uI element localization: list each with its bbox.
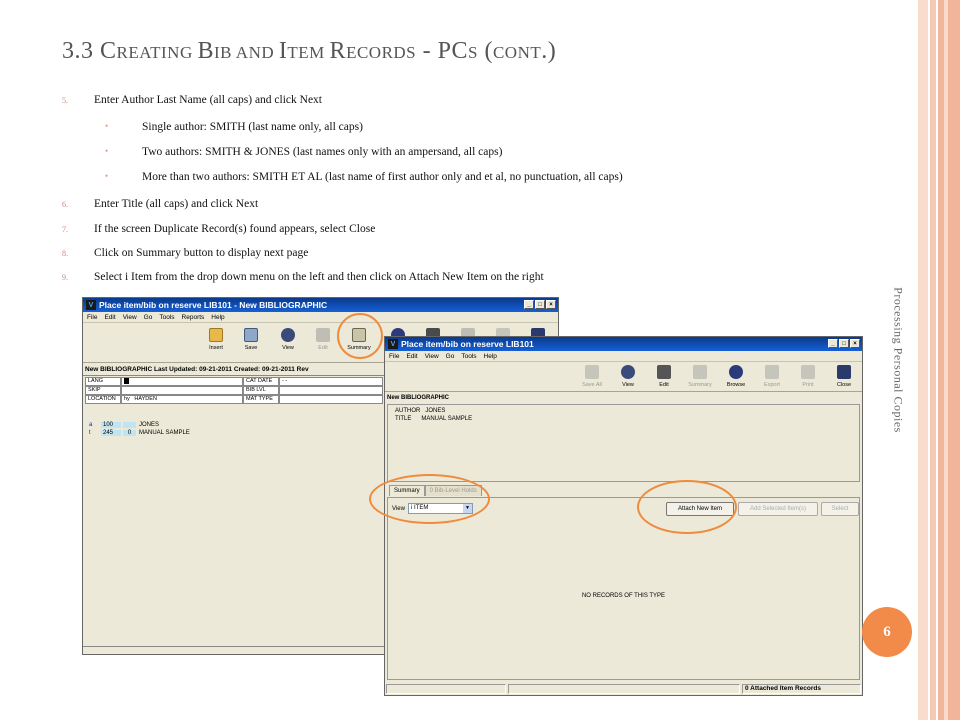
insert-icon	[209, 328, 223, 342]
menu-go[interactable]: Go	[144, 314, 153, 321]
mat-type-field[interactable]	[279, 395, 383, 404]
highlight-circle	[637, 480, 737, 534]
status-bar: 0 Attached Item Records	[385, 683, 862, 695]
menu-file[interactable]: File	[389, 353, 399, 360]
menu-help[interactable]: Help	[211, 314, 224, 321]
view-button[interactable]: View	[273, 328, 303, 351]
app-icon: V	[86, 300, 96, 310]
menu-view[interactable]: View	[123, 314, 137, 321]
save-button[interactable]: Save	[236, 328, 266, 351]
location-label: LOCATION	[85, 395, 121, 404]
close-window-button[interactable]: Close	[829, 365, 859, 388]
right-stripe	[938, 0, 960, 720]
highlight-circle	[369, 474, 490, 524]
summary-button[interactable]: Summary	[685, 365, 715, 388]
window-titlebar[interactable]: V Place item/bib on reserve LIB101 - New…	[83, 298, 558, 312]
edit-icon	[657, 365, 671, 379]
skip-field[interactable]	[121, 386, 243, 395]
summary-icon	[693, 365, 707, 379]
bib-summary-panel: AUTHOR JONES TITLE MANUAL SAMPLE	[387, 404, 860, 482]
bib-lvl-field[interactable]	[279, 386, 383, 395]
toolbar: Save All View Edit Summary Browse Export…	[385, 362, 862, 392]
cat-date-field[interactable]: - -	[279, 377, 383, 386]
slide-title: 3.3 CREATING BIB AND ITEM RECORDS - PCS …	[62, 38, 557, 64]
status-text: 0 Attached Item Records	[742, 684, 861, 694]
search-icon	[729, 365, 743, 379]
window-title: Place item/bib on reserve LIB101 - New B…	[99, 300, 328, 310]
bib-lvl-label: BIB LVL	[243, 386, 279, 395]
menubar: File Edit View Go Tools Help	[385, 351, 862, 362]
print-button[interactable]: Print	[793, 365, 823, 388]
menubar: File Edit View Go Tools Reports Help	[83, 312, 558, 323]
record-header: New BIBLIOGRAPHIC Last Updated: 09-21-20…	[85, 366, 309, 373]
items-panel: View i ITEM ▼ Attach New Item Add Select…	[387, 497, 860, 680]
minimize-button[interactable]: _	[524, 300, 534, 309]
app-icon: V	[388, 339, 398, 349]
lang-label: LANG	[85, 377, 121, 386]
edit-button[interactable]: Edit	[649, 365, 679, 388]
save-all-button[interactable]: Save All	[577, 365, 607, 388]
save-all-icon	[585, 365, 599, 379]
save-icon	[244, 328, 258, 342]
browse-button[interactable]: Browse	[721, 365, 751, 388]
view-icon	[621, 365, 635, 379]
menu-reports[interactable]: Reports	[182, 314, 205, 321]
window-title: Place item/bib on reserve LIB101	[401, 339, 534, 349]
close-button[interactable]: ×	[850, 339, 860, 348]
author-value: JONES	[425, 408, 446, 414]
empty-message: NO RECORDS OF THIS TYPE	[581, 593, 666, 599]
lang-field[interactable]	[121, 377, 243, 386]
menu-go[interactable]: Go	[446, 353, 455, 360]
title-value: MANUAL SAMPLE	[421, 416, 473, 422]
title-label: TITLE	[395, 416, 412, 422]
menu-tools[interactable]: Tools	[159, 314, 174, 321]
side-label: Processing Personal Copies	[891, 287, 906, 433]
menu-edit[interactable]: Edit	[104, 314, 115, 321]
cat-date-label: CAT DATE	[243, 377, 279, 386]
export-icon	[765, 365, 779, 379]
highlight-circle	[337, 313, 383, 359]
edit-button[interactable]: Edit	[308, 328, 338, 351]
insert-button[interactable]: Insert	[201, 328, 231, 351]
select-button[interactable]: Select	[821, 502, 859, 516]
right-stripe	[944, 0, 948, 720]
view-button[interactable]: View	[613, 365, 643, 388]
window-titlebar[interactable]: V Place item/bib on reserve LIB101 _ □ ×	[385, 337, 862, 351]
location-field[interactable]: hy HAYDEN	[121, 395, 243, 404]
page-number-badge: 6	[862, 607, 912, 657]
menu-help[interactable]: Help	[484, 353, 497, 360]
record-header: New BIBLIOGRAPHIC	[387, 395, 450, 401]
maximize-button[interactable]: □	[535, 300, 545, 309]
marc-row[interactable]: a 100 JONES	[89, 422, 159, 428]
menu-tools[interactable]: Tools	[461, 353, 476, 360]
mat-type-label: MAT TYPE	[243, 395, 279, 404]
close-icon	[837, 365, 851, 379]
edit-icon	[316, 328, 330, 342]
menu-edit[interactable]: Edit	[406, 353, 417, 360]
print-icon	[801, 365, 815, 379]
menu-file[interactable]: File	[87, 314, 97, 321]
marc-row[interactable]: t 245 0 MANUAL SAMPLE	[89, 430, 190, 436]
right-stripe	[930, 0, 936, 720]
right-stripe	[918, 0, 928, 720]
minimize-button[interactable]: _	[828, 339, 838, 348]
view-icon	[281, 328, 295, 342]
menu-view[interactable]: View	[425, 353, 439, 360]
author-label: AUTHOR	[395, 408, 421, 414]
close-button[interactable]: ×	[546, 300, 556, 309]
skip-label: SKIP	[85, 386, 121, 395]
add-selected-items-button[interactable]: Add Selected Item(s)	[738, 502, 818, 516]
maximize-button[interactable]: □	[839, 339, 849, 348]
export-button[interactable]: Export	[757, 365, 787, 388]
